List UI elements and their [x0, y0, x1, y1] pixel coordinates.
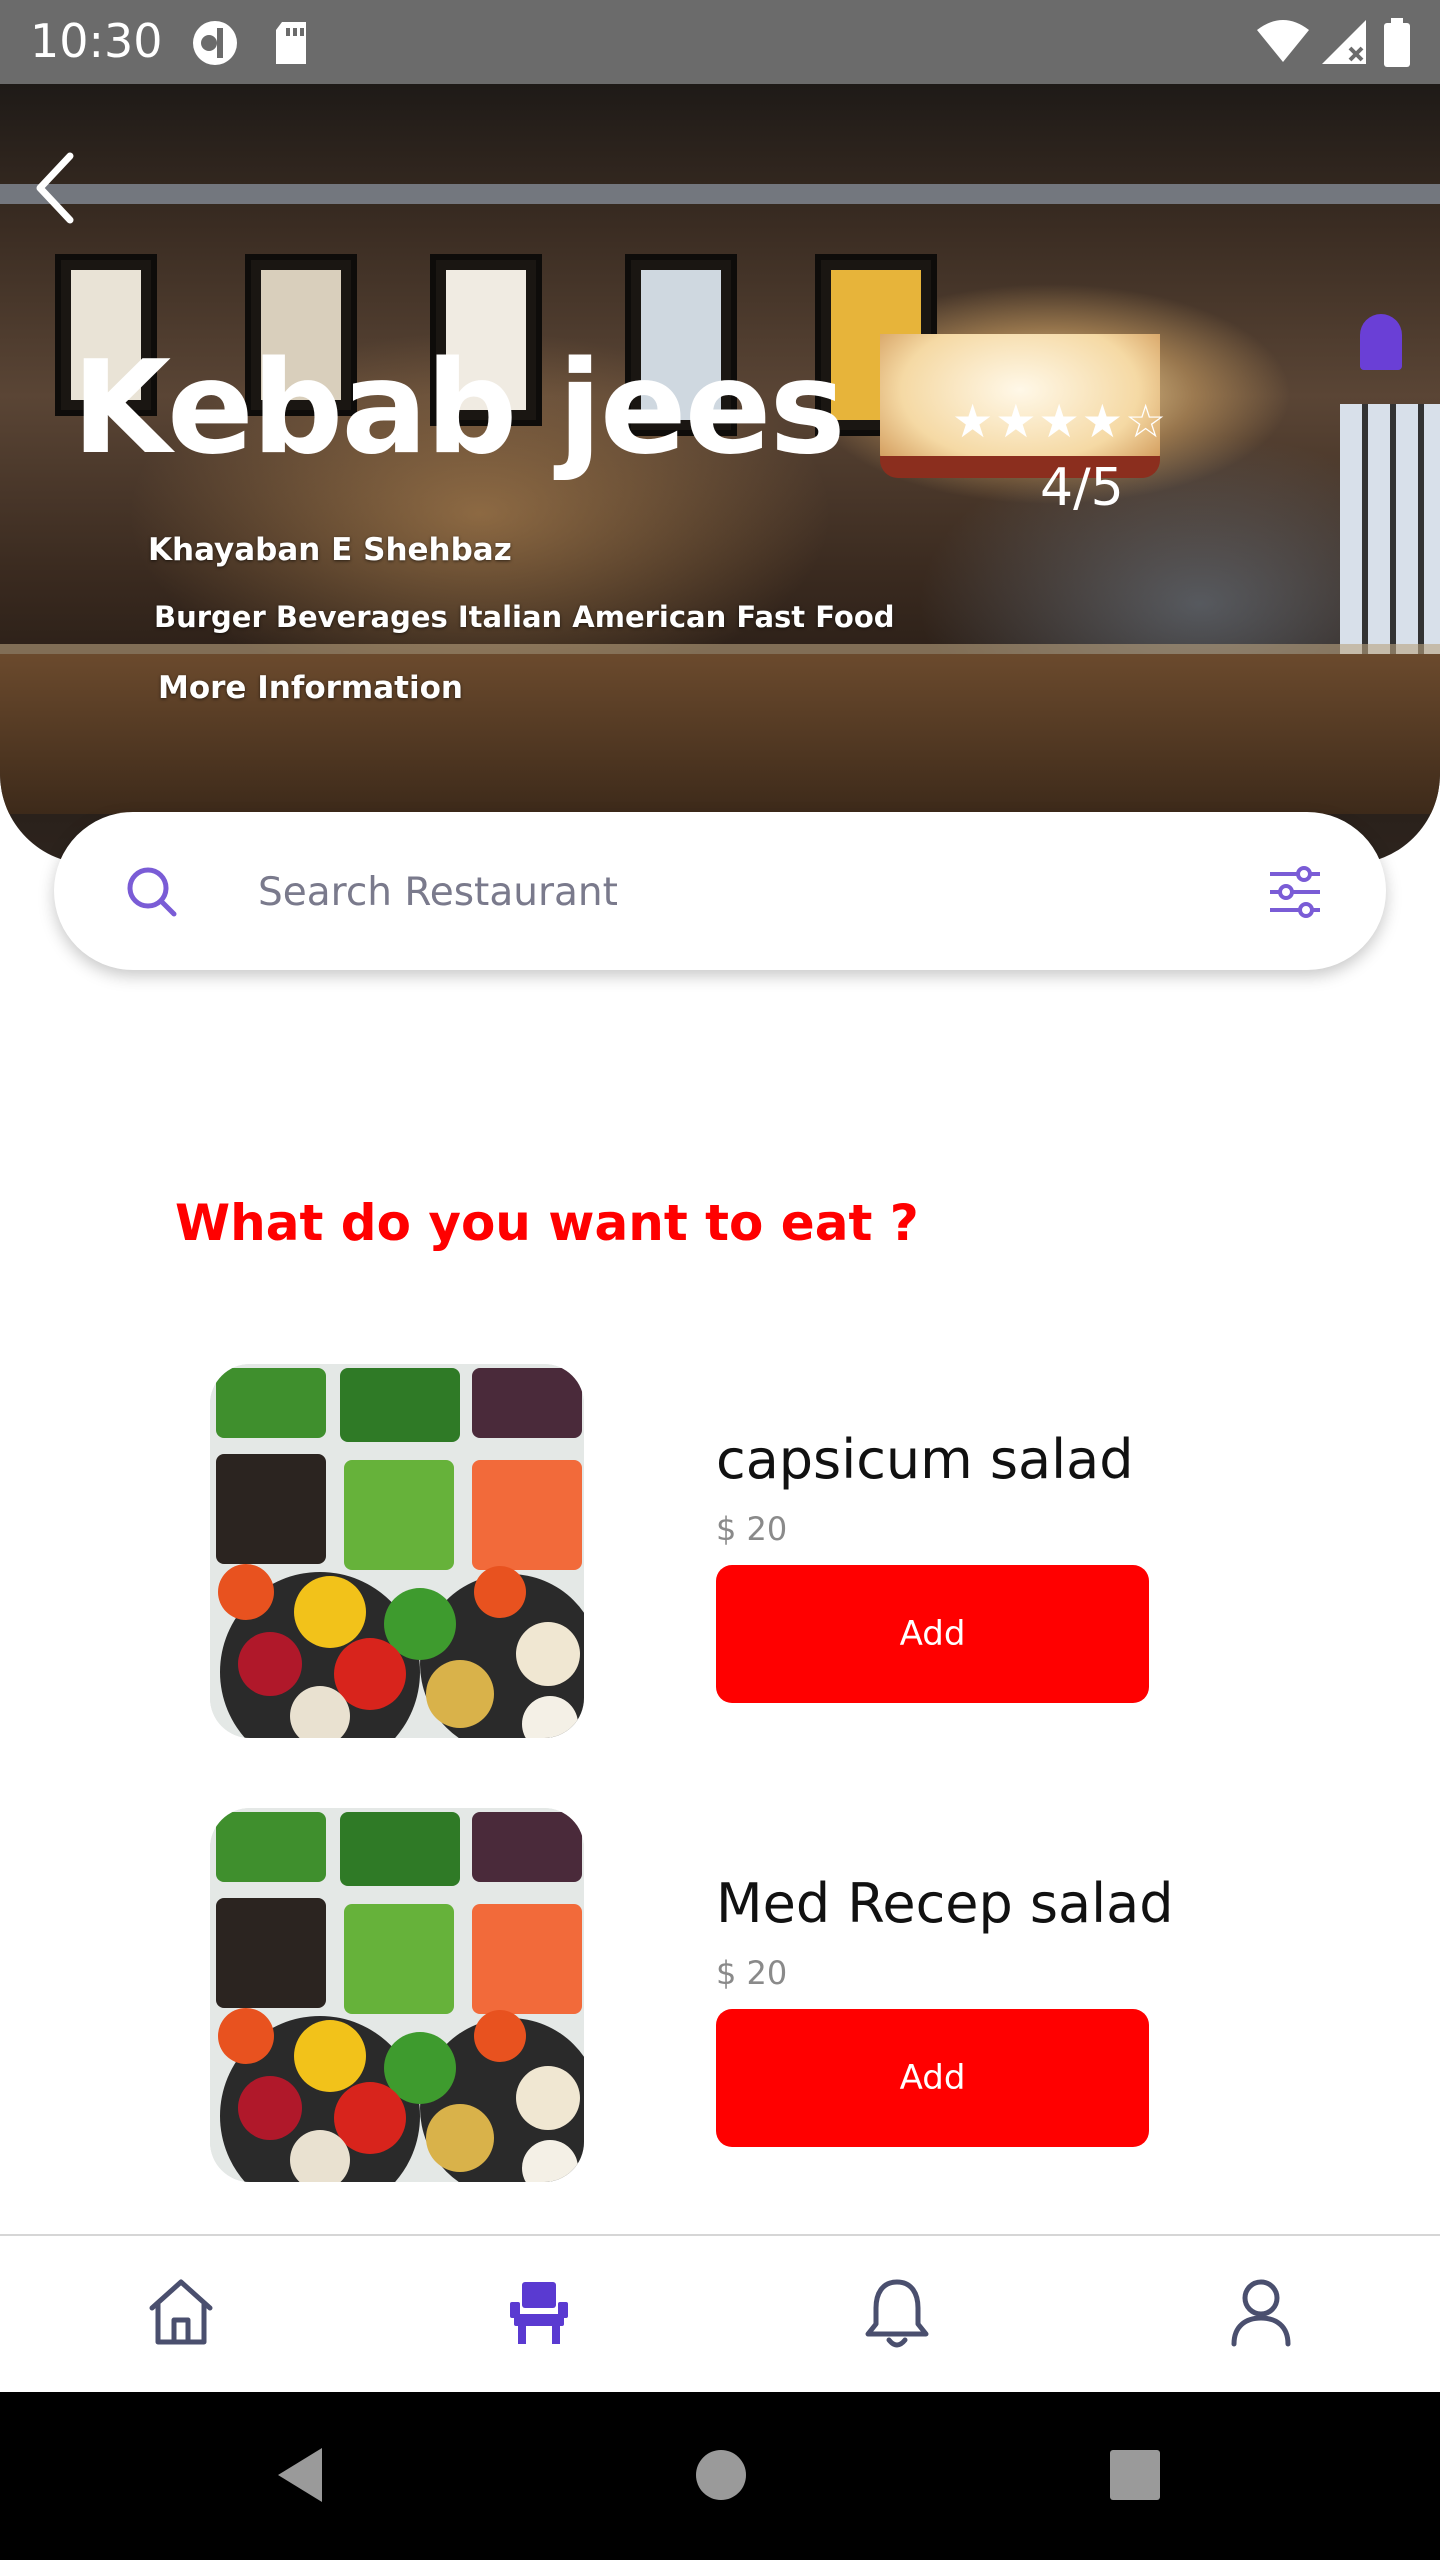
bell-icon[interactable] — [862, 2276, 932, 2352]
star-empty-icon: ☆ — [1125, 395, 1167, 447]
food-image — [210, 1808, 584, 2182]
search-bar — [54, 812, 1386, 970]
battery-icon — [1384, 18, 1410, 67]
add-button[interactable]: Add — [716, 1565, 1149, 1703]
food-image — [210, 1364, 584, 1738]
rating-text: 4/5 — [1040, 458, 1124, 518]
system-recents-icon[interactable] — [1108, 2448, 1162, 2502]
star-filled-icon: ★ — [995, 395, 1037, 447]
system-navigation-bar — [0, 2392, 1440, 2560]
bottom-navigation — [0, 2234, 1440, 2394]
star-filled-icon: ★ — [1038, 395, 1080, 447]
restaurant-cuisines: Burger Beverages Italian American Fast F… — [154, 600, 895, 634]
filter-icon[interactable] — [1266, 864, 1324, 920]
item-price: $ 20 — [716, 1510, 788, 1548]
star-filled-icon: ★ — [952, 395, 994, 447]
item-name: capsicum salad — [716, 1428, 1134, 1491]
bookmark-icon[interactable] — [1360, 314, 1402, 370]
star-filled-icon: ★ — [1081, 395, 1123, 447]
add-button[interactable]: Add — [716, 2009, 1149, 2147]
section-title: What do you want to eat ? — [175, 1194, 919, 1252]
menu-item: Med Recep salad $ 20 Add — [0, 1808, 1440, 2188]
home-icon[interactable] — [146, 2276, 216, 2348]
more-information-link[interactable]: More Information — [158, 670, 463, 706]
sd-card-icon — [276, 22, 306, 64]
rating-stars: ★ ★ ★ ★ ☆ — [952, 398, 1166, 444]
system-back-icon[interactable] — [272, 2444, 328, 2506]
status-time: 10:30 — [30, 14, 163, 68]
restaurant-name: Kebab jees — [72, 334, 846, 483]
salad-image — [210, 1364, 584, 1738]
restaurant-location: Khayaban E Shehbaz — [148, 532, 512, 568]
person-icon[interactable] — [1226, 2276, 1296, 2348]
salad-image — [210, 1808, 584, 2182]
search-icon — [127, 867, 177, 917]
item-name: Med Recep salad — [716, 1872, 1174, 1935]
search-input[interactable] — [256, 856, 1160, 928]
notification-icon — [193, 21, 237, 65]
system-home-icon[interactable] — [694, 2448, 748, 2502]
menu-item: capsicum salad $ 20 Add — [0, 1364, 1440, 1744]
signal-icon — [1322, 20, 1366, 64]
back-arrow-icon[interactable] — [30, 150, 80, 226]
hero-photo-decoration — [0, 184, 1440, 204]
item-price: $ 20 — [716, 1954, 788, 1992]
status-bar: 10:30 — [0, 0, 1440, 84]
seat-icon[interactable] — [504, 2276, 574, 2348]
wifi-icon — [1257, 20, 1309, 62]
hero-photo-decoration — [1340, 404, 1440, 664]
